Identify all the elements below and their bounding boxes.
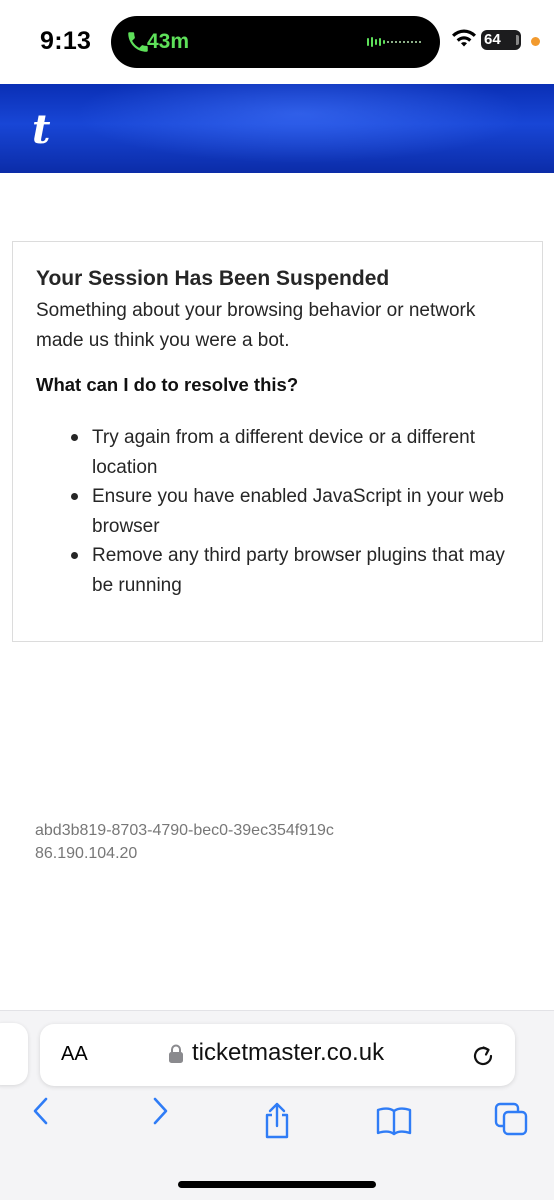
ticketmaster-logo[interactable]: t [32,106,50,153]
share-icon[interactable] [261,1102,293,1140]
resolve-heading: What can I do to resolve this? [36,374,299,395]
list-item: Remove any third party browser plugins t… [71,541,511,600]
tip-text: Ensure you have enabled JavaScript in yo… [92,486,504,537]
status-time: 9:13 [40,27,92,55]
page-title: Your Session Has Been Suspended [36,267,390,290]
bullet-icon [71,434,78,441]
site-header-banner: t [0,84,554,173]
list-item: Try again from a different device or a d… [71,423,511,482]
tabs-icon[interactable] [494,1102,528,1136]
reload-icon[interactable] [470,1043,496,1069]
address-bar[interactable]: AA ticketmaster.co.uk [40,1024,515,1086]
url-text[interactable]: ticketmaster.co.uk [192,1039,384,1067]
battery-icon: 64 [481,30,521,50]
suspension-message-card: Your Session Has Been Suspended Somethin… [12,241,543,642]
lock-icon [169,1044,183,1063]
battery-nub [516,35,519,45]
wifi-icon [452,29,476,47]
client-ip-address: 86.190.104.20 [35,845,138,862]
resolution-tips-list: Try again from a different device or a d… [71,423,511,600]
bullet-icon [71,493,78,500]
waveform-icon [367,37,421,47]
suspension-description: Something about your browsing behavior o… [36,300,476,351]
session-reference-id: abd3b819-8703-4790-bec0-39ec354f919c [35,822,334,839]
privacy-indicator-dot [531,37,540,46]
tip-text: Try again from a different device or a d… [92,427,476,478]
call-duration: 43m [147,30,190,53]
bullet-icon [71,552,78,559]
previous-tab-preview[interactable] [0,1023,28,1085]
home-indicator[interactable] [178,1181,376,1188]
battery-level: 64 [484,31,501,48]
back-icon[interactable] [29,1094,53,1128]
dynamic-island-call[interactable]: 43m [111,16,440,68]
forward-icon[interactable] [148,1094,172,1128]
status-bar: 9:13 43m 64 [0,0,554,84]
tip-text: Remove any third party browser plugins t… [92,545,505,596]
list-item: Ensure you have enabled JavaScript in yo… [71,482,511,541]
text-size-button[interactable]: AA [61,1043,88,1066]
bookmarks-icon[interactable] [376,1106,412,1136]
